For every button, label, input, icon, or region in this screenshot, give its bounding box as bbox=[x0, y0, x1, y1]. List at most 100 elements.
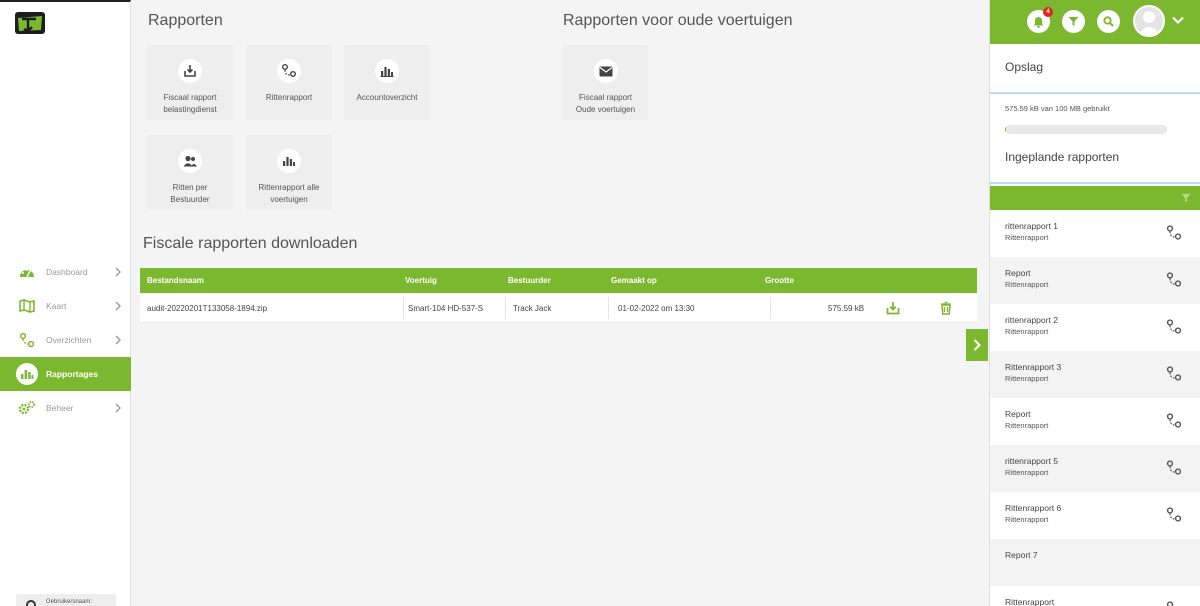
tile-label: Ritten per Bestuurder bbox=[170, 183, 210, 204]
divider bbox=[990, 182, 1200, 184]
user-avatar-icon bbox=[1135, 7, 1163, 35]
nav-item-overzichten[interactable]: Overzichten bbox=[0, 323, 131, 357]
search-button[interactable] bbox=[1097, 10, 1120, 33]
top-bar: 4 bbox=[990, 0, 1200, 44]
chevron-right-icon bbox=[115, 301, 121, 311]
trash-icon[interactable] bbox=[939, 301, 953, 315]
route-icon bbox=[18, 331, 36, 349]
divider bbox=[990, 92, 1200, 94]
list-item[interactable]: Report Rittenrapport bbox=[990, 257, 1200, 304]
scheduled-report-name: Rittenrapport 6 bbox=[1005, 503, 1062, 513]
cell-vehicle: Smart-104 HD-537-S bbox=[408, 304, 484, 313]
filter-icon[interactable] bbox=[1181, 193, 1191, 203]
envelope-icon bbox=[593, 59, 618, 83]
scheduled-report-type: Rittenrapport bbox=[1005, 421, 1049, 430]
route-icon[interactable] bbox=[1165, 318, 1183, 336]
scheduled-report-type: Rittenrapport bbox=[1005, 280, 1049, 289]
downloads-title: Fiscale rapporten downloaden bbox=[143, 235, 358, 252]
users-icon bbox=[178, 149, 202, 173]
list-item[interactable]: Rittenrapport 3 Rittenrapport bbox=[990, 351, 1200, 398]
tile-rittenrapport-alle-voertuigen[interactable]: Rittenrapport alle voertuigen bbox=[246, 135, 332, 210]
notifications-button[interactable]: 4 bbox=[1027, 7, 1053, 33]
list-item[interactable]: Rittenrapport 6 Rittenrapport bbox=[990, 492, 1200, 539]
scheduled-report-name: Rittenrapport bbox=[1005, 597, 1055, 606]
tile-fiscaal-oude-voertuigen[interactable]: Fiscaal rapport Oude voertuigen bbox=[563, 45, 648, 120]
chevron-right-icon bbox=[115, 403, 121, 413]
gears-icon bbox=[18, 399, 36, 417]
filter-button[interactable] bbox=[1062, 10, 1085, 33]
nav-label: Dashboard bbox=[46, 267, 88, 277]
route-icon[interactable] bbox=[1165, 459, 1183, 477]
col-grootte[interactable]: Grootte bbox=[765, 276, 794, 285]
tile-label: Rittenrapport alle voertuigen bbox=[258, 183, 320, 204]
list-item[interactable]: rittenrapport 2 Rittenrapport bbox=[990, 304, 1200, 351]
route-icon[interactable] bbox=[1165, 600, 1183, 606]
scheduled-report-name: rittenrapport 1 bbox=[1005, 221, 1058, 231]
tile-rittenrapport[interactable]: Rittenrapport bbox=[246, 45, 332, 120]
nav-label: Beheer bbox=[46, 403, 74, 413]
dashboard-icon bbox=[18, 263, 36, 281]
old-vehicles-title: Rapporten voor oude voertuigen bbox=[563, 12, 793, 29]
sidebar: Dashboard Kaart Overzichten Rapportages bbox=[0, 0, 131, 606]
main-nav: Dashboard Kaart Overzichten Rapportages bbox=[0, 255, 131, 425]
cell-created: 01-02-2022 om 13:30 bbox=[618, 304, 695, 313]
route-icon[interactable] bbox=[1165, 412, 1183, 430]
route-icon[interactable] bbox=[1165, 365, 1183, 383]
download-icon[interactable] bbox=[886, 301, 900, 315]
scheduled-report-name: Rittenrapport 3 bbox=[1005, 362, 1062, 372]
bell-icon bbox=[1033, 16, 1044, 28]
route-icon bbox=[277, 59, 301, 83]
scheduled-report-type: Rittenrapport bbox=[1005, 233, 1049, 242]
route-icon[interactable] bbox=[1165, 224, 1183, 242]
right-panel: 4 Opslag 575.59 kB van 100 MB gebruikt I… bbox=[989, 0, 1200, 606]
col-bestandsnaam[interactable]: Bestandsnaam bbox=[147, 276, 204, 285]
scheduled-report-name: rittenrapport 2 bbox=[1005, 315, 1058, 325]
scheduled-report-type: Rittenrapport bbox=[1005, 327, 1049, 336]
filter-icon bbox=[1068, 17, 1079, 26]
route-icon[interactable] bbox=[1165, 271, 1183, 289]
tile-label: Accountoverzicht bbox=[356, 93, 418, 102]
download-icon bbox=[178, 59, 202, 83]
tile-fiscaal-rapport[interactable]: Fiscaal rapport belastingdienst bbox=[147, 45, 233, 120]
search-icon bbox=[1103, 16, 1114, 27]
scheduled-report-name: Report bbox=[1005, 409, 1031, 419]
list-item[interactable]: Rittenrapport bbox=[990, 586, 1200, 606]
cell-size: 575.59 kB bbox=[828, 304, 865, 313]
list-item[interactable]: rittenrapport 5 Rittenrapport bbox=[990, 445, 1200, 492]
reports-title: Rapporten bbox=[148, 12, 223, 29]
nav-item-beheer[interactable]: Beheer bbox=[0, 391, 131, 425]
table-header: Bestandsnaam Voertuig Bestuurder Gemaakt… bbox=[140, 268, 977, 293]
chevron-right-icon bbox=[115, 335, 121, 345]
nav-label: Rapportages bbox=[46, 369, 98, 379]
col-bestuurder[interactable]: Bestuurder bbox=[508, 276, 551, 285]
storage-title: Opslag bbox=[1005, 60, 1044, 74]
nav-item-rapportages[interactable]: Rapportages bbox=[0, 357, 131, 391]
scheduled-filter-bar bbox=[990, 186, 1200, 210]
scheduled-report-type: Rittenrapport bbox=[1005, 515, 1049, 524]
list-item[interactable]: Report Rittenrapport bbox=[990, 398, 1200, 445]
scheduled-report-type: Rittenrapport bbox=[1005, 468, 1049, 477]
user-box[interactable]: Gebruikersnaam: bbox=[16, 594, 116, 606]
route-icon[interactable] bbox=[1165, 506, 1183, 524]
storage-progress-fill bbox=[1005, 125, 1006, 134]
scheduled-report-name: Report 7 bbox=[1005, 550, 1038, 560]
scheduled-report-name: rittenrapport 5 bbox=[1005, 456, 1058, 466]
nav-label: Kaart bbox=[46, 301, 67, 311]
downloads-table: Bestandsnaam Voertuig Bestuurder Gemaakt… bbox=[140, 268, 977, 323]
list-item[interactable]: rittenrapport 1 Rittenrapport bbox=[990, 210, 1200, 257]
panel-toggle-button[interactable] bbox=[966, 329, 988, 361]
user-label: Gebruikersnaam: bbox=[46, 599, 93, 605]
col-gemaakt-op[interactable]: Gemaakt op bbox=[611, 276, 657, 285]
col-voertuig[interactable]: Voertuig bbox=[405, 276, 437, 285]
tile-accountoverzicht[interactable]: Accountoverzicht bbox=[344, 45, 430, 120]
tile-label: Rittenrapport bbox=[265, 93, 313, 102]
tile-ritten-per-bestuurder[interactable]: Ritten per Bestuurder bbox=[147, 135, 233, 210]
chevron-right-icon bbox=[115, 267, 121, 277]
cell-driver: Track Jack bbox=[513, 304, 552, 313]
list-item[interactable]: Report 7 bbox=[990, 539, 1200, 586]
track-jack-logo[interactable] bbox=[14, 10, 46, 36]
chevron-down-icon[interactable] bbox=[1171, 15, 1185, 25]
nav-item-dashboard[interactable]: Dashboard bbox=[0, 255, 131, 289]
avatar[interactable] bbox=[1133, 5, 1165, 37]
nav-item-kaart[interactable]: Kaart bbox=[0, 289, 131, 323]
